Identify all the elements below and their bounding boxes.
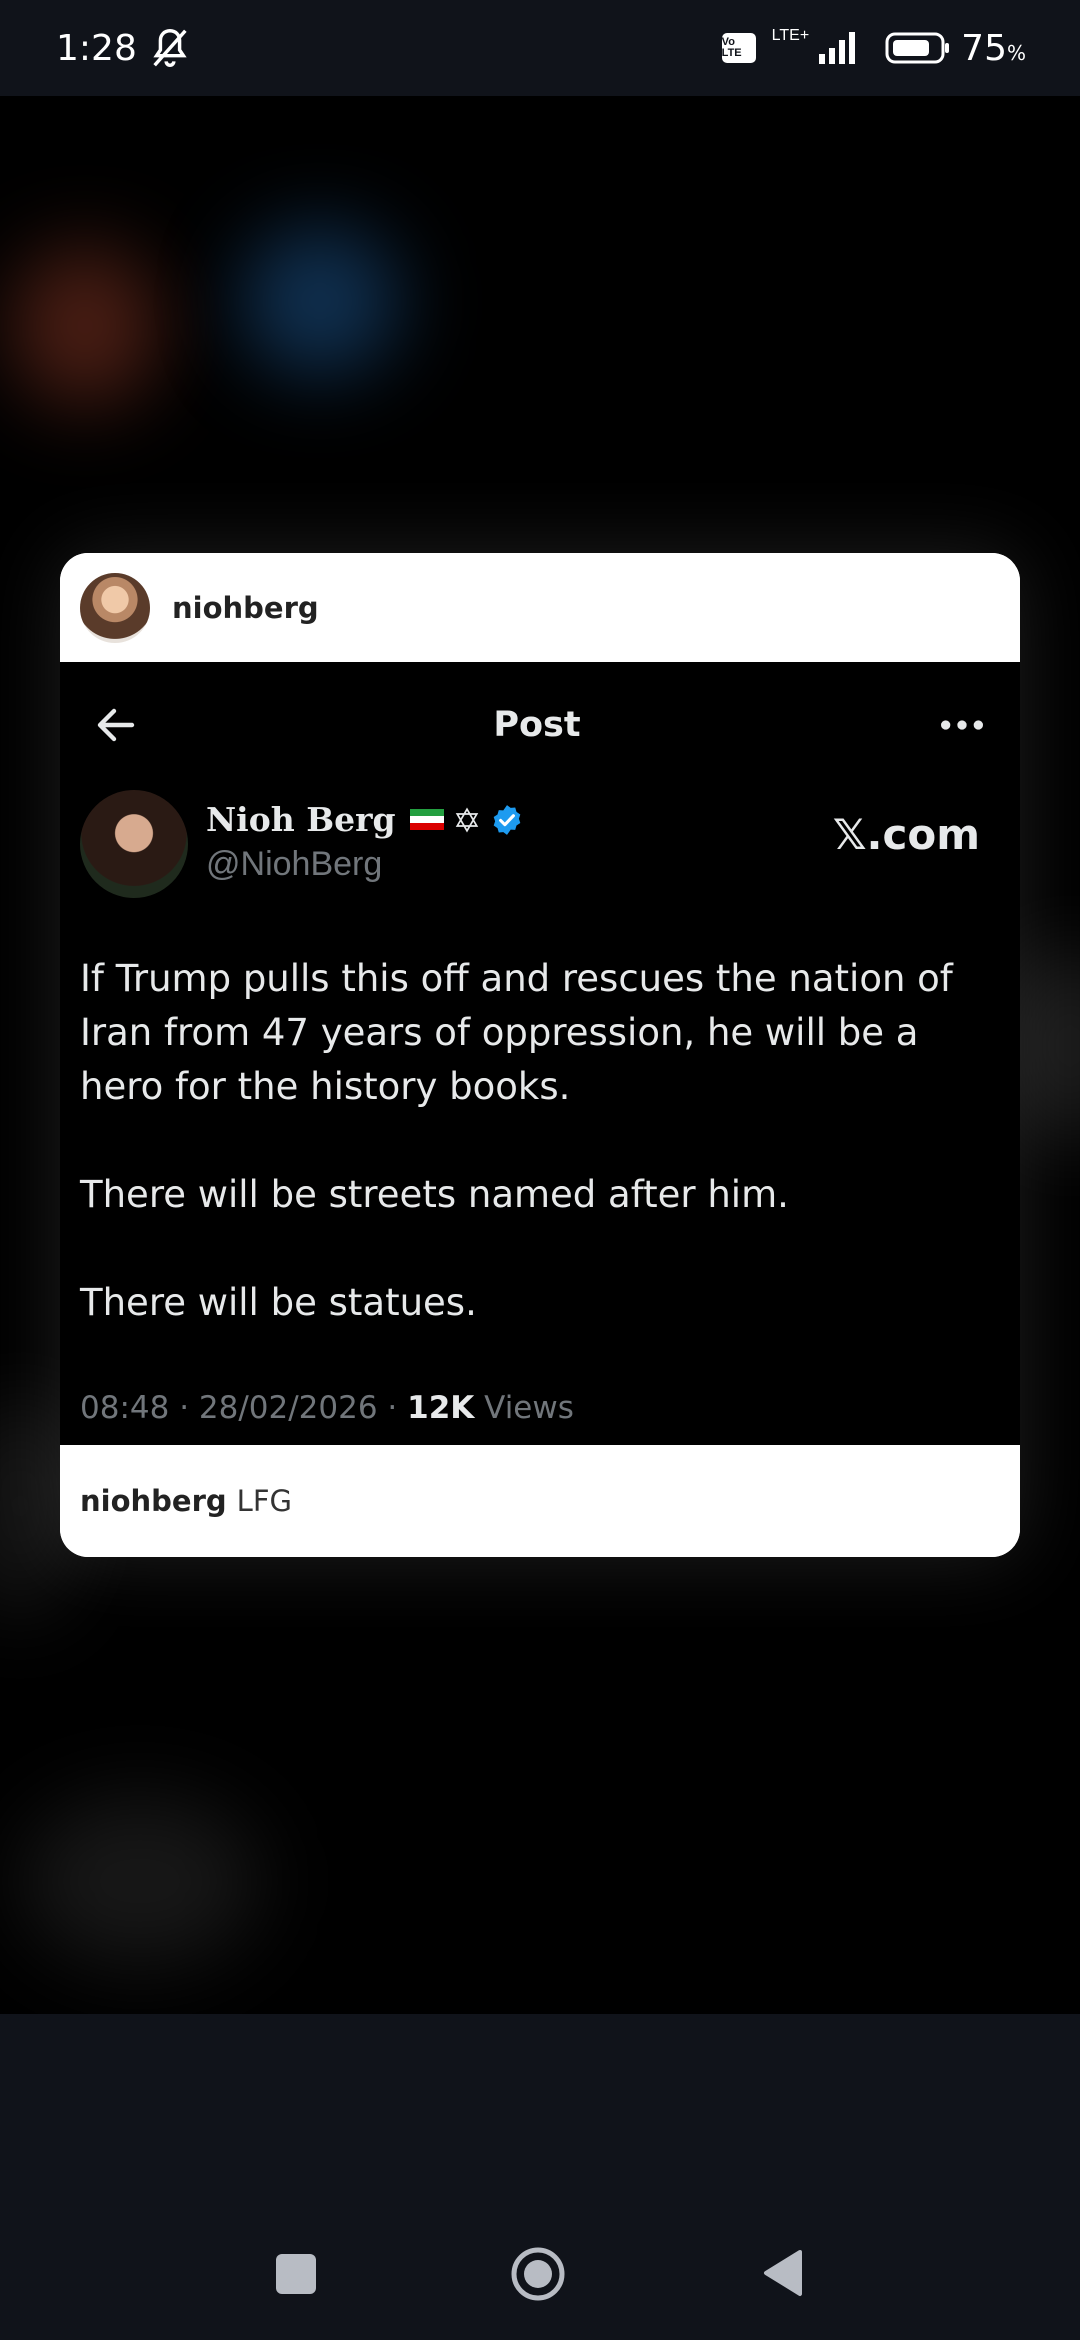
more-icon — [940, 720, 983, 730]
back-icon[interactable] — [760, 2248, 804, 2298]
verified-icon — [493, 804, 520, 835]
battery-percent: 75 — [961, 27, 1007, 69]
post-caption[interactable]: niohberg LFG — [60, 1445, 1020, 1557]
back-arrow-icon — [97, 708, 135, 742]
tweet-author: Nioh Berg @NiohBerg — [80, 790, 524, 898]
post-title: Post — [493, 705, 581, 745]
post-header-bar: Post — [60, 662, 1020, 788]
tweet-paragraph: There will be statues. — [80, 1281, 477, 1324]
battery-unit: % — [1006, 40, 1026, 65]
navigation-bar — [0, 2014, 1080, 2340]
tweet-text: If Trump pulls this off and rescues the … — [80, 952, 1000, 1384]
home-icon[interactable] — [510, 2246, 566, 2302]
card-username[interactable]: niohberg — [172, 591, 319, 625]
x-watermark: 𝕏.com — [832, 810, 980, 859]
star-of-david-icon — [455, 806, 478, 833]
author-handle: @NiohBerg — [206, 845, 383, 883]
tweet-screenshot: Post Nioh Berg @NiohBerg 𝕏.com If Trump … — [60, 662, 1020, 1445]
display-name: Nioh Berg — [206, 800, 396, 839]
tweet-paragraph: If Trump pulls this off and rescues the … — [80, 957, 953, 1108]
volte-text: Vo LTE — [721, 36, 742, 59]
tweet-paragraph: There will be streets named after him. — [80, 1173, 789, 1216]
status-bar: 1:28 Vo LTE LTE+ 75% — [0, 0, 1080, 96]
tweet-timestamp: 08:48 · 28/02/2026 · — [80, 1390, 408, 1426]
card-header[interactable]: niohberg — [60, 553, 1020, 662]
battery-icon — [885, 32, 950, 64]
tweet-meta: 08:48 · 28/02/2026 · 12K Views — [80, 1390, 574, 1426]
views-count: 12K — [407, 1390, 475, 1426]
battery-level: 75% — [961, 28, 1026, 69]
shared-post-card[interactable]: niohberg Post Nioh Berg @NiohBerg 𝕏.com … — [60, 553, 1020, 1557]
status-time: 1:28 — [56, 27, 137, 69]
author-avatar — [80, 790, 188, 898]
volte-badge: Vo LTE — [721, 33, 756, 63]
recents-icon[interactable] — [276, 2254, 316, 2294]
signal-icon — [819, 32, 856, 64]
network-type: LTE+ — [771, 27, 810, 44]
caption-username[interactable]: niohberg — [80, 1484, 227, 1518]
views-label: Views — [474, 1390, 574, 1426]
caption-text: LFG — [236, 1484, 292, 1518]
iran-flag-icon — [409, 808, 444, 831]
bell-off-icon — [153, 29, 187, 67]
avatar[interactable] — [80, 572, 150, 643]
